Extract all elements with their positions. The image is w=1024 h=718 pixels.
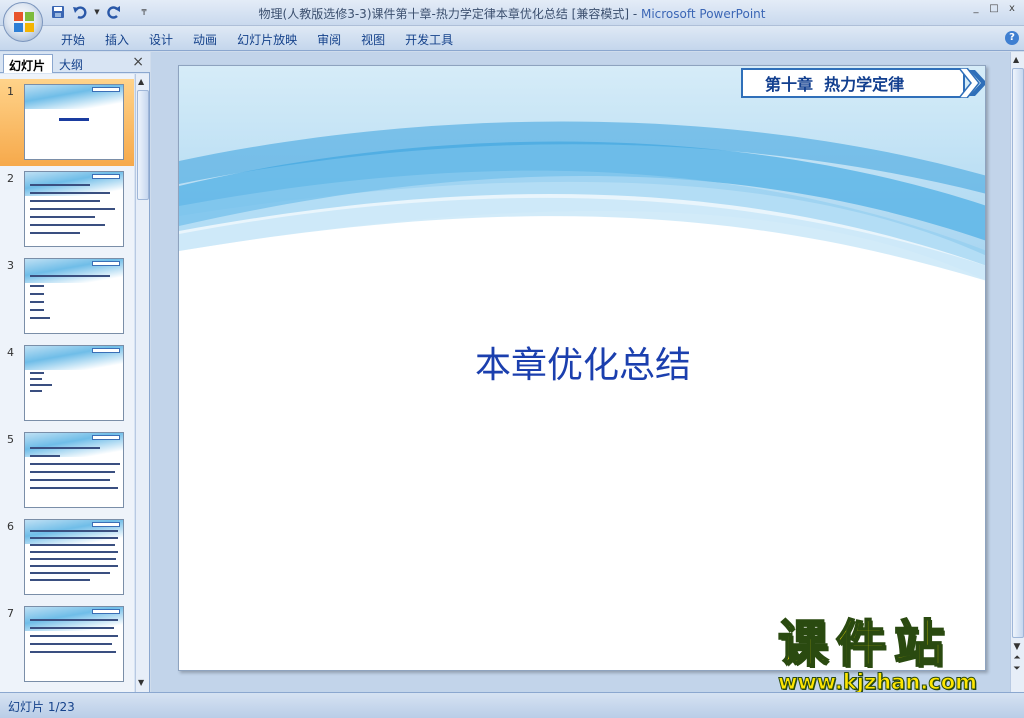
slide-preview	[24, 432, 124, 508]
tab-home[interactable]: 开始	[61, 31, 85, 48]
tab-design[interactable]: 设计	[149, 31, 173, 48]
app-name: Microsoft PowerPoint	[640, 7, 766, 21]
slide-editing-area: 第十章 热力学定律 本章优化总结 ▲ ▼ ⏶ ⏷	[151, 52, 1024, 692]
scroll-up-icon[interactable]: ▲	[1013, 55, 1019, 64]
slide-preview	[24, 519, 124, 595]
tab-slides[interactable]: 幻灯片	[3, 54, 53, 73]
slide-thumbnail-5[interactable]: 5	[0, 427, 134, 514]
slide-thumbnail-2[interactable]: 2	[0, 166, 134, 253]
slide-thumbnail-4[interactable]: 4	[0, 340, 134, 427]
slide-preview	[24, 345, 124, 421]
document-title: 物理(人教版选修3-3)课件第十章-热力学定律本章优化总结 [兼容模式] -	[258, 7, 641, 21]
office-logo-icon	[14, 12, 34, 32]
title-bar: ▼ ₸ 物理(人教版选修3-3)课件第十章-热力学定律本章优化总结 [兼容模式]…	[0, 0, 1024, 26]
status-bar: 幻灯片 1/23	[0, 692, 1024, 718]
tab-slideshow[interactable]: 幻灯片放映	[237, 31, 297, 48]
chapter-label: 第十章 热力学定律	[741, 68, 965, 98]
slide-number: 7	[7, 607, 14, 620]
slide-preview	[24, 84, 124, 160]
minimize-button[interactable]: _	[968, 2, 984, 16]
slides-pane: 幻灯片 大纲 × 1 2 3 4 5 6 7 ▲ ▼	[0, 52, 150, 692]
scroll-thumb[interactable]	[137, 90, 149, 200]
slide-thumbnail-7[interactable]: 7	[0, 601, 134, 688]
slide-preview	[24, 258, 124, 334]
slide-number: 1	[7, 85, 14, 98]
slide-scrollbar[interactable]: ▲ ▼ ⏶ ⏷	[1010, 52, 1024, 692]
slide-counter: 幻灯片 1/23	[8, 700, 75, 714]
window-title: 物理(人教版选修3-3)课件第十章-热力学定律本章优化总结 [兼容模式] - M…	[0, 5, 1024, 22]
maximize-button[interactable]: □	[986, 2, 1002, 16]
scroll-down-icon[interactable]: ▼	[138, 678, 144, 687]
close-button[interactable]: x	[1004, 2, 1020, 16]
slide-preview	[24, 606, 124, 682]
scroll-thumb[interactable]	[1012, 68, 1024, 638]
slide-number: 2	[7, 172, 14, 185]
tab-insert[interactable]: 插入	[105, 31, 129, 48]
slide-number: 5	[7, 433, 14, 446]
close-pane-icon[interactable]: ×	[132, 54, 144, 70]
chevron-right-icon	[959, 68, 985, 98]
scroll-up-icon[interactable]: ▲	[138, 77, 144, 86]
office-button[interactable]	[3, 2, 43, 42]
slide-title[interactable]: 本章优化总结	[179, 336, 985, 388]
thumbnails-scrollbar[interactable]: ▲ ▼	[135, 74, 149, 692]
slide-number: 3	[7, 259, 14, 272]
slide-thumbnails: 1 2 3 4 5 6 7	[0, 74, 134, 692]
scroll-down-icon[interactable]: ▼	[1011, 642, 1023, 653]
tab-review[interactable]: 审阅	[317, 31, 341, 48]
slide-thumbnail-6[interactable]: 6	[0, 514, 134, 601]
slide-thumbnail-3[interactable]: 3	[0, 253, 134, 340]
tab-developer[interactable]: 开发工具	[405, 31, 453, 48]
tab-outline[interactable]: 大纲	[54, 54, 102, 73]
current-slide[interactable]: 第十章 热力学定律 本章优化总结	[178, 65, 986, 671]
tab-animations[interactable]: 动画	[193, 31, 217, 48]
slide-nav-buttons: ▼ ⏶ ⏷	[1011, 642, 1023, 675]
ribbon-tabs-bar: 开始 插入 设计 动画 幻灯片放映 审阅 视图 开发工具 ?	[0, 26, 1024, 51]
pane-tabs: 幻灯片 大纲 ×	[0, 52, 150, 73]
window-controls: _ □ x	[968, 2, 1020, 16]
slide-number: 6	[7, 520, 14, 533]
watermark-url: www.kjzhan.com	[777, 670, 978, 695]
help-icon[interactable]: ?	[1005, 31, 1019, 45]
slide-thumbnail-1[interactable]: 1	[0, 79, 134, 166]
slide-preview	[24, 171, 124, 247]
next-slide-icon[interactable]: ⏷	[1011, 664, 1023, 675]
watermark-title: 课件站	[777, 614, 952, 674]
slide-number: 4	[7, 346, 14, 359]
ribbon-tabs: 开始 插入 设计 动画 幻灯片放映 审阅 视图 开发工具	[61, 31, 473, 48]
tab-view[interactable]: 视图	[361, 31, 385, 48]
previous-slide-icon[interactable]: ⏶	[1011, 653, 1023, 664]
watermark: 课件站 www.kjzhan.com	[770, 614, 1010, 695]
